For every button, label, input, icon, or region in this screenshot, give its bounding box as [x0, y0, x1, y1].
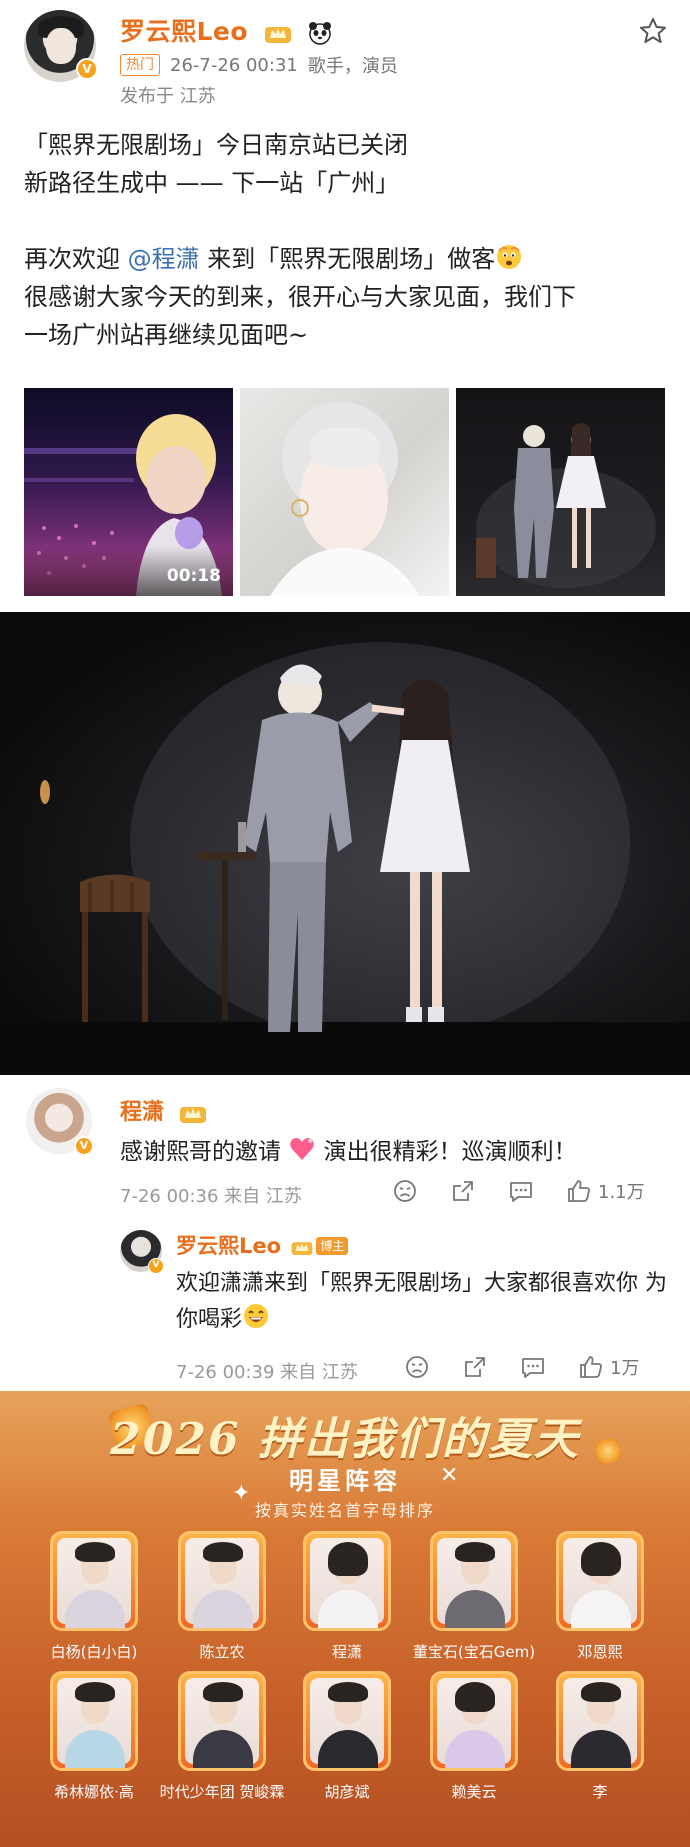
like-count: 1万	[610, 1358, 640, 1379]
panda-icon	[308, 22, 331, 45]
post-text-line: 新路径生成中 —— 下一站「广州」	[24, 169, 400, 197]
star-card[interactable]	[430, 1531, 518, 1631]
post-text-line: 再次欢迎 @程潇 来到「熙界无限剧场」做客	[24, 240, 674, 278]
star-card[interactable]	[556, 1531, 644, 1631]
post-text-line: 很感谢大家今天的到来，很开心与大家见面，我们下	[24, 283, 576, 311]
star-name: 李	[592, 1783, 608, 1801]
thumbs-down-face-icon	[394, 1180, 416, 1202]
post-meta-row: 热门 26-7-26 00:31 歌手，演员	[120, 52, 398, 78]
verified-badge-icon: V	[148, 1258, 164, 1274]
star-card[interactable]	[50, 1671, 138, 1771]
touched-face-emoji-icon	[497, 245, 522, 269]
thumbs-up-icon	[568, 1180, 590, 1202]
star-card[interactable]	[178, 1531, 266, 1631]
post-text-line: 一场广州站再继续见面吧~	[24, 321, 309, 349]
crown-badge-icon	[179, 1107, 206, 1123]
post-text-segment: 再次欢迎	[24, 245, 128, 273]
thumbs-up-icon	[580, 1356, 602, 1378]
mention-link[interactable]: @程潇	[128, 245, 200, 273]
comment-meta: 7-26 00:36 来自 江苏	[120, 1186, 302, 1207]
star-name: 程潇	[331, 1643, 362, 1661]
post-image-grid: 00:18	[24, 388, 666, 596]
star-name: 希林娜依·高	[54, 1783, 134, 1801]
comment-icon	[510, 1182, 532, 1202]
share-button[interactable]	[450, 1178, 482, 1204]
post-location: 发布于 江苏	[120, 86, 216, 107]
post-text-segment: 来到「熙界无限剧场」做客	[199, 245, 496, 273]
video-thumbnail[interactable]: 00:18	[24, 388, 233, 596]
star-card[interactable]	[303, 1531, 391, 1631]
star-outline-icon[interactable]	[638, 16, 668, 46]
comments-section: V 程潇 感谢熙哥的邀请 演出很精彩！巡演顺利！ 7-26 00:36 来自 江…	[0, 1080, 690, 1390]
like-button[interactable]: 1万	[578, 1354, 639, 1380]
star-card[interactable]	[303, 1671, 391, 1771]
star-name: 陈立农	[199, 1643, 245, 1661]
verified-badge-icon: V	[74, 1136, 94, 1156]
video-duration: 00:18	[166, 566, 221, 586]
star-card[interactable]	[178, 1671, 266, 1771]
dislike-button[interactable]	[404, 1354, 436, 1380]
image-thumbnail[interactable]	[240, 388, 449, 596]
heart-emoji-icon	[290, 1138, 315, 1160]
image-thumbnail[interactable]	[456, 388, 665, 596]
featured-stage-photo[interactable]	[0, 612, 690, 1075]
comment-text-segment: 演出很精彩！巡演顺利！	[316, 1139, 577, 1165]
comment-actions: 1.1万	[392, 1178, 671, 1204]
event-lineup-banner[interactable]: 2026 拼出我们的夏天 ✦ ✕ 明星阵容 按真实姓名首字母排序 白杨(白小白)…	[0, 1391, 690, 1847]
reply-author-name[interactable]: 罗云熙Leo 博主	[176, 1230, 349, 1260]
star-name: 董宝石(宝石Gem)	[412, 1643, 536, 1661]
thumbs-down-face-icon	[406, 1356, 428, 1378]
host-tag: 博主	[316, 1237, 349, 1255]
banner-title: 2026 拼出我们的夏天	[110, 1414, 580, 1465]
reply-author-name-text[interactable]: 罗云熙Leo	[176, 1234, 281, 1258]
post-timestamp: 26-7-26 00:31	[170, 54, 298, 76]
star-name: 白杨(白小白)	[50, 1643, 138, 1661]
star-card[interactable]	[556, 1671, 644, 1771]
star-name: 时代少年团 贺峻霖	[159, 1783, 285, 1801]
commenter-name-text[interactable]: 程潇	[120, 1100, 164, 1125]
share-button[interactable]	[462, 1354, 494, 1380]
star-name: 邓恩熙	[577, 1643, 623, 1661]
dislike-button[interactable]	[392, 1178, 424, 1204]
stage-duo-large-image	[0, 642, 690, 1075]
hot-tag: 热门	[120, 54, 160, 76]
comment-text-segment: 感谢熙哥的邀请	[120, 1139, 289, 1165]
star-name: 赖美云	[451, 1783, 497, 1801]
share-icon	[453, 1181, 473, 1201]
grinning-emoji-icon	[244, 1304, 269, 1328]
post-text-line: 「熙界无限剧场」今日南京站已关闭	[24, 131, 408, 159]
crown-badge-icon	[265, 27, 292, 43]
reply-button[interactable]	[508, 1178, 540, 1204]
banner-subtitle: 明星阵容	[289, 1467, 401, 1495]
crown-badge-icon	[291, 1242, 313, 1255]
like-count: 1.1万	[598, 1182, 645, 1203]
author-name-text[interactable]: 罗云熙Leo	[120, 17, 248, 46]
post-header: V 罗云熙Leo 热门 26-7-26 00:31 歌手，演员 发布于 江苏	[0, 0, 690, 110]
banner-note: 按真实姓名首字母排序	[254, 1501, 435, 1520]
reply-meta: 7-26 00:39 来自 江苏	[176, 1362, 358, 1383]
comment-text: 感谢熙哥的邀请 演出很精彩！巡演顺利！	[120, 1132, 577, 1166]
reply-button[interactable]	[520, 1354, 552, 1380]
post-body: 「熙界无限剧场」今日南京站已关闭 新路径生成中 —— 下一站「广州」 再次欢迎 …	[24, 126, 674, 354]
comment-icon	[522, 1358, 544, 1378]
author-name[interactable]: 罗云熙Leo	[120, 12, 333, 48]
author-profession: 歌手，演员	[307, 56, 398, 77]
like-button[interactable]: 1.1万	[566, 1178, 645, 1204]
star-card[interactable]	[430, 1671, 518, 1771]
portrait-image	[270, 402, 420, 596]
verified-badge-icon: V	[76, 58, 98, 80]
reply-actions: 1万	[404, 1354, 665, 1380]
reply-text: 欢迎潇潇来到「熙界无限剧场」大家都很喜欢你 为你喝彩	[176, 1266, 676, 1338]
commenter-name[interactable]: 程潇	[120, 1094, 208, 1126]
share-icon	[465, 1357, 485, 1377]
star-card[interactable]	[50, 1531, 138, 1631]
star-name: 胡彦斌	[324, 1783, 370, 1801]
stage-duo-image	[476, 423, 656, 588]
